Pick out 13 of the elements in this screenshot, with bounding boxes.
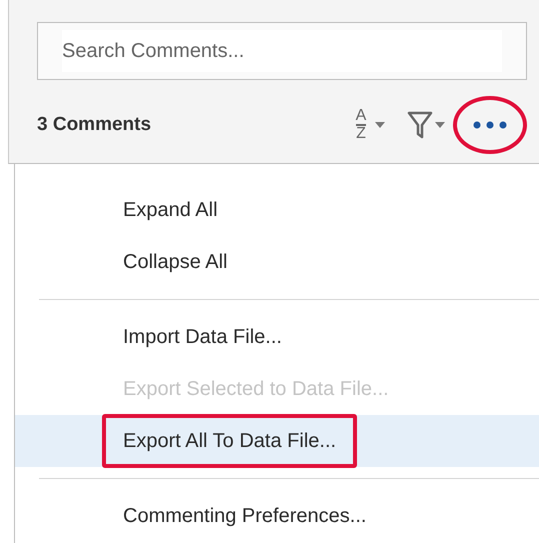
menu-item[interactable]: Expand All — [102, 183, 239, 237]
menu-item[interactable]: Import Data File... — [102, 310, 303, 364]
menu-item[interactable]: Collapse All — [102, 235, 249, 289]
search-field[interactable]: Search Comments... — [37, 22, 527, 80]
filter-icon — [407, 110, 433, 140]
caret-icon — [435, 122, 445, 128]
more-icon — [473, 121, 507, 129]
caret-icon — [375, 122, 385, 128]
sort-button[interactable]: A Z — [353, 108, 385, 142]
comment-count: 3 Comments — [37, 112, 152, 137]
menu-item[interactable]: Export All To Data File... — [102, 414, 358, 468]
menu-item[interactable]: Commenting Preferences... — [102, 489, 388, 543]
filter-button[interactable] — [407, 110, 445, 140]
